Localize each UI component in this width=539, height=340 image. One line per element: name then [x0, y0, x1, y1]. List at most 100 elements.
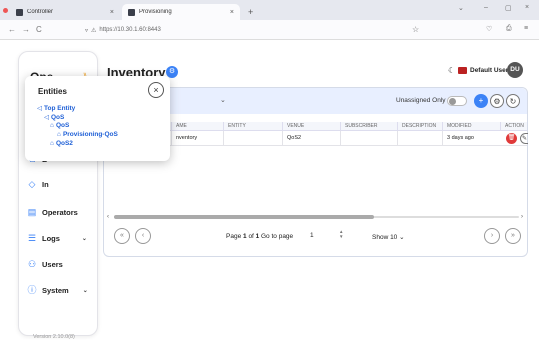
previous-page-button[interactable]: ‹: [135, 228, 151, 244]
chevron-down-icon: ⌄: [399, 234, 405, 241]
users-icon: ⚇: [27, 259, 37, 269]
tree-node-venue-qos[interactable]: ⌂ QoS: [50, 122, 69, 129]
version-label: Version 2.10.0(8): [33, 334, 75, 340]
sidebar-item-label: In: [42, 179, 49, 189]
bookmark-star-icon[interactable]: ☆: [412, 25, 419, 34]
sidebar-item-system[interactable]: ⓘ System ⌄: [27, 285, 88, 295]
sidebar-item-label: Users: [42, 259, 63, 269]
cell-entity: [223, 131, 282, 146]
maximize-icon[interactable]: ▢: [505, 4, 512, 12]
avatar[interactable]: DU: [507, 62, 523, 78]
tab-label: Provisioning: [139, 9, 172, 15]
column-header-name[interactable]: AME: [171, 122, 223, 131]
page-stepper-icon[interactable]: ▲ ▼: [339, 229, 343, 239]
shield-icon: ▿: [85, 27, 89, 34]
app-area: Ope ◎ ▬▬ ⟫ ⧉ E ◇ In ▤ Operators ☰ Logs ⌄…: [0, 41, 539, 340]
column-header-subscriber[interactable]: SUBSCRIBER: [340, 122, 397, 131]
unassigned-only-label: Unassigned Only: [396, 97, 446, 104]
edit-pencil-icon[interactable]: ✎: [520, 133, 528, 144]
back-arrow-icon[interactable]: ←: [8, 25, 16, 34]
tree-node-provisioning-qos[interactable]: ⌂ Provisioning-QoS: [57, 131, 118, 138]
entities-popup: Entities × ◁ Top Entity ◁ QoS ⌂ QoS ⌂ Provis…: [25, 76, 170, 161]
system-icon: ⓘ: [27, 285, 37, 295]
controller-favicon-icon: [16, 8, 23, 16]
sidebar-item-label: System: [42, 285, 69, 295]
sidebar-item-operators[interactable]: ▤ Operators: [27, 207, 78, 217]
cell-modified: 3 days ago: [442, 131, 500, 146]
collapse-icon[interactable]: ◁: [37, 105, 42, 112]
uk-flag-icon[interactable]: [458, 67, 467, 74]
pocket-icon[interactable]: ♡: [486, 25, 492, 33]
cell-description: [397, 131, 442, 146]
column-header-description[interactable]: DESCRIPTION: [397, 122, 442, 131]
sidebar-item-users[interactable]: ⚇ Users: [27, 259, 63, 269]
inventory-icon: ◇: [28, 179, 36, 189]
cell-name: nventory: [171, 131, 223, 146]
tab-list-chevron-icon[interactable]: ⌄: [458, 4, 464, 12]
lock-warning-icon[interactable]: ⚠: [91, 27, 96, 34]
close-icon[interactable]: ×: [148, 82, 164, 98]
venue-icon: ⌂: [50, 122, 54, 129]
user-name[interactable]: Default User: [470, 67, 508, 74]
scroll-right-arrow-icon[interactable]: ›: [521, 214, 523, 220]
entities-title: Entities: [38, 87, 67, 96]
add-button[interactable]: +: [474, 94, 488, 108]
tab-label: Controller: [27, 9, 54, 15]
horizontal-scrollbar[interactable]: ‹ ›: [107, 214, 525, 220]
window-close-icon[interactable]: ×: [525, 4, 529, 11]
go-to-page-label: Go to page: [261, 233, 294, 240]
dark-mode-moon-icon[interactable]: ☾: [448, 66, 455, 75]
logs-icon: ☰: [27, 233, 37, 243]
scroll-thumb[interactable]: [114, 215, 374, 219]
new-tab-button[interactable]: +: [242, 7, 259, 20]
settings-icon[interactable]: ⚙: [166, 66, 178, 78]
extensions-icon[interactable]: ⎙: [506, 25, 512, 33]
cell-venue: QoS2: [282, 131, 340, 146]
reload-icon[interactable]: C: [36, 25, 42, 34]
close-icon[interactable]: ×: [110, 9, 114, 16]
refresh-icon[interactable]: ↻: [506, 94, 520, 108]
gear-icon[interactable]: ⚙: [490, 94, 504, 108]
collapse-icon[interactable]: ◁: [44, 114, 49, 121]
pagination: « ‹ Page 1 of 1 Go to page 1 ▲ ▼ Show 10 …: [104, 227, 527, 249]
toggle-knob: [449, 98, 456, 105]
entity-select-chevron-icon[interactable]: ⌄: [220, 96, 226, 104]
column-header-venue[interactable]: VENUE: [282, 122, 340, 131]
browser-tab-controller[interactable]: Controller ×: [10, 4, 120, 20]
chevron-down-icon: ⌄: [81, 235, 87, 242]
page-info: Page 1 of 1: [226, 233, 260, 240]
browser-tab-bar: Controller × Provisioning × + ⌄ – ▢ ×: [0, 0, 539, 20]
url-text: https://10.30.1.60:8443: [99, 27, 161, 33]
unassigned-only-toggle[interactable]: [447, 96, 467, 106]
first-page-button[interactable]: «: [114, 228, 130, 244]
close-icon[interactable]: ×: [230, 9, 234, 16]
page-size-select[interactable]: Show 10 ⌄: [372, 233, 405, 241]
column-header-modified[interactable]: MODIFIED: [442, 122, 500, 131]
minimize-icon[interactable]: –: [484, 4, 488, 11]
menu-icon[interactable]: ≡: [524, 25, 528, 32]
sidebar-item-label: Logs: [42, 233, 60, 243]
column-header-entity[interactable]: ENTITY: [223, 122, 282, 131]
venue-icon: ⌂: [50, 140, 54, 147]
scroll-left-arrow-icon[interactable]: ‹: [107, 214, 109, 220]
next-page-button[interactable]: ›: [484, 228, 500, 244]
provisioning-favicon-icon: [128, 8, 135, 16]
tree-node-qos2[interactable]: ⌂ QoS2: [50, 140, 73, 147]
sidebar-item-logs[interactable]: ☰ Logs ⌄: [27, 233, 87, 243]
browser-nav-bar: ← → C ▿ ⚠ https://10.30.1.60:8443 ☆ ♡ ⎙ …: [0, 20, 539, 40]
delete-trash-icon[interactable]: 🗑: [506, 133, 517, 144]
tree-node-top-entity[interactable]: ◁ Top Entity: [37, 104, 75, 112]
url-bar[interactable]: ▿ ⚠ https://10.30.1.60:8443: [85, 24, 435, 36]
last-page-button[interactable]: »: [505, 228, 521, 244]
chevron-down-icon: ⌄: [82, 287, 88, 294]
column-header-action: ACTION: [500, 122, 527, 131]
browser-tab-provisioning[interactable]: Provisioning ×: [122, 4, 240, 20]
cell-subscriber: [340, 131, 397, 146]
forward-arrow-icon[interactable]: →: [22, 25, 30, 34]
browser-app-icon: [3, 8, 8, 13]
tree-node-qos[interactable]: ◁ QoS: [44, 113, 64, 121]
sidebar-item-inventory[interactable]: ◇ In: [27, 179, 49, 189]
operators-icon: ▤: [27, 207, 37, 217]
sidebar-item-label: Operators: [42, 207, 78, 217]
venue-icon: ⌂: [57, 131, 61, 138]
